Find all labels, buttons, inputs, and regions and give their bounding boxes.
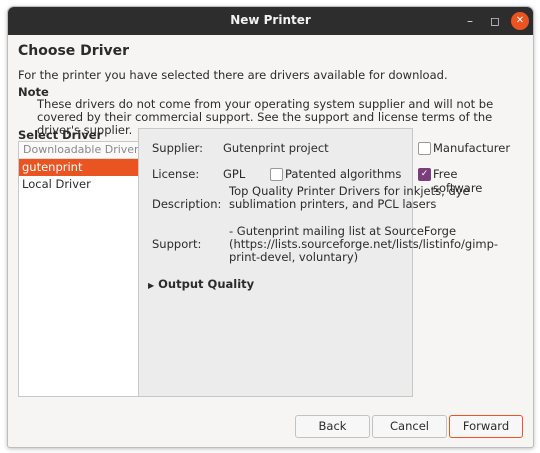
minimize-icon[interactable]: – [461,12,479,30]
description-value: Top Quality Printer Drivers for inkjets,… [229,184,470,211]
close-icon[interactable]: ✕ [511,12,529,30]
patented-algorithms-checkbox[interactable] [270,168,283,181]
driver-details-panel: Supplier: Gutenprint project Manufacture… [138,128,510,397]
list-item-gutenprint[interactable]: gutenprint [19,159,138,176]
output-quality-label: Output Quality [158,277,255,291]
maximize-icon[interactable]: ◻ [486,12,504,30]
patented-algorithms-label: Patented algorithms [285,167,402,181]
support-label: Support: [152,237,202,251]
free-software-checkbox[interactable]: ✓ [418,168,431,181]
select-driver-label: Select Driver [18,128,103,142]
cancel-button[interactable]: Cancel [372,415,447,438]
intro-text: For the printer you have selected there … [18,68,448,82]
manufacturer-checkbox[interactable] [418,142,431,155]
forward-button[interactable]: Forward [449,415,523,438]
new-printer-dialog: New Printer – ◻ ✕ Choose Driver For the … [7,6,534,448]
title-bar: New Printer – ◻ ✕ [8,7,533,35]
supplier-value: Gutenprint project [223,141,329,155]
description-label: Description: [152,197,222,211]
license-label: License: [152,167,200,181]
expander-arrow-icon: ▶ [148,281,155,290]
manufacturer-label: Manufacturer [433,141,511,155]
list-item-local-driver[interactable]: Local Driver [19,176,138,193]
back-button[interactable]: Back [295,415,370,438]
driver-list[interactable]: Downloadable Drivers gutenprint Local Dr… [18,141,139,397]
output-quality-expander[interactable]: ▶ Output Quality [148,277,254,291]
window-title: New Printer [230,13,311,27]
license-value: GPL [223,167,246,181]
list-header: Downloadable Drivers [19,142,138,159]
supplier-label: Supplier: [152,141,204,155]
support-value: - Gutenprint mailing list at SourceForge… [229,224,499,264]
page-heading: Choose Driver [18,43,130,59]
